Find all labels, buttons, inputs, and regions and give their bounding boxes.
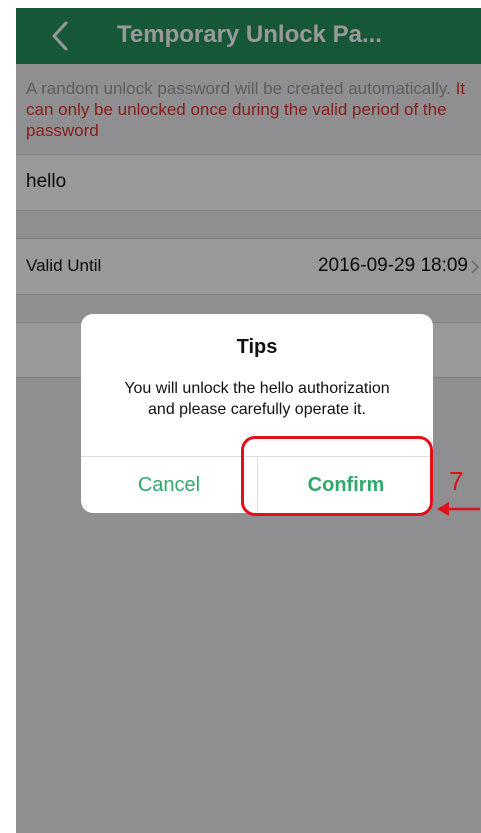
cancel-button[interactable]: Cancel <box>81 457 257 513</box>
dialog-title: Tips <box>236 336 278 358</box>
dialog-message-line2: and please carefully operate it. <box>148 401 366 418</box>
app-screen: Temporary Unlock Pa... A random unlock p… <box>16 8 481 833</box>
step-number: 7 <box>449 466 464 496</box>
confirm-highlight-box <box>241 436 433 516</box>
arrow-left-icon <box>437 502 480 516</box>
dialog-message-line1: You will unlock the hello authorization <box>124 380 390 397</box>
dialog-message: You will unlock the hello authorization … <box>81 378 433 420</box>
